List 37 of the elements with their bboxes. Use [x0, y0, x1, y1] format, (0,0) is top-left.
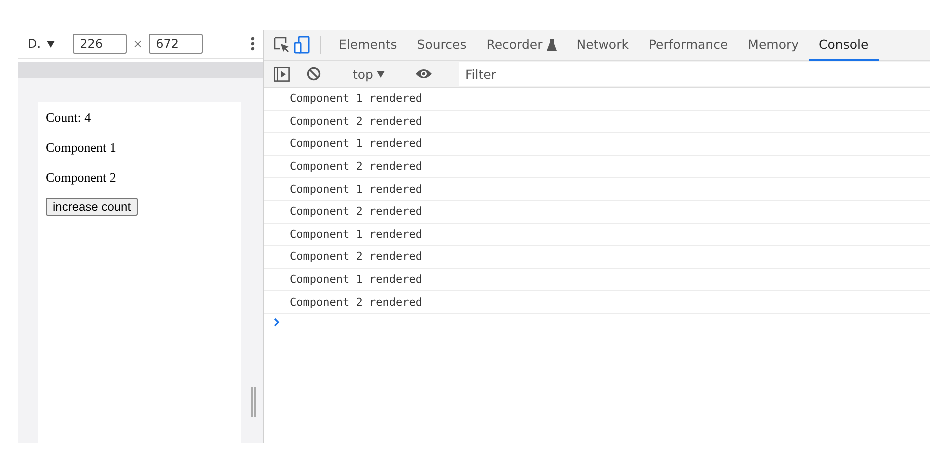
width-field[interactable]: 226 [73, 34, 128, 54]
console-message: Component 1 rendered [264, 178, 930, 201]
sidebar-toggle-icon[interactable] [274, 66, 290, 82]
increase-count-button[interactable]: increase count [46, 198, 138, 216]
device-selector[interactable]: D. [28, 37, 42, 51]
console-message: Component 2 rendered [264, 110, 930, 134]
page-text: Count: 4 [46, 110, 92, 126]
page-text: Component 1 [46, 140, 116, 156]
console-message: Component 2 rendered [264, 246, 930, 269]
devtools-tab[interactable]: Performance [638, 30, 738, 61]
resize-handle[interactable] [251, 387, 256, 417]
console-message: Component 2 rendered [264, 156, 930, 178]
devtools-tab[interactable]: Elements [329, 30, 408, 61]
devtools-tab[interactable]: Network [566, 30, 639, 61]
context-selector[interactable]: top [349, 66, 390, 82]
filter-field[interactable]: Filter [459, 62, 930, 86]
devtools-tab[interactable]: Memory [738, 30, 810, 61]
caret-icon [377, 70, 386, 78]
console-message: Component 2 rendered [264, 200, 930, 224]
prompt-chevron-icon[interactable] [274, 318, 280, 327]
console-message: Component 1 rendered [264, 133, 930, 156]
console-message: Component 1 rendered [264, 268, 930, 292]
flask-icon [546, 38, 557, 50]
clear-console-icon[interactable] [307, 67, 321, 81]
eye-icon[interactable] [415, 68, 434, 80]
times-sign: × [133, 37, 144, 51]
devtools-tab[interactable]: Recorder [476, 30, 567, 61]
console-message: Component 1 rendered [264, 88, 930, 111]
console-message: Component 2 rendered [264, 291, 930, 314]
dropdown-arrow-icon[interactable] [47, 40, 56, 48]
page-text: Component 2 [46, 170, 116, 186]
devtools-tab[interactable]: Sources [407, 30, 477, 61]
height-field[interactable]: 672 [149, 34, 204, 54]
inspect-icon[interactable] [274, 37, 290, 53]
device-toggle-icon[interactable] [294, 36, 310, 54]
console-message: Component 1 rendered [264, 224, 930, 246]
more-menu-icon[interactable] [251, 37, 255, 51]
